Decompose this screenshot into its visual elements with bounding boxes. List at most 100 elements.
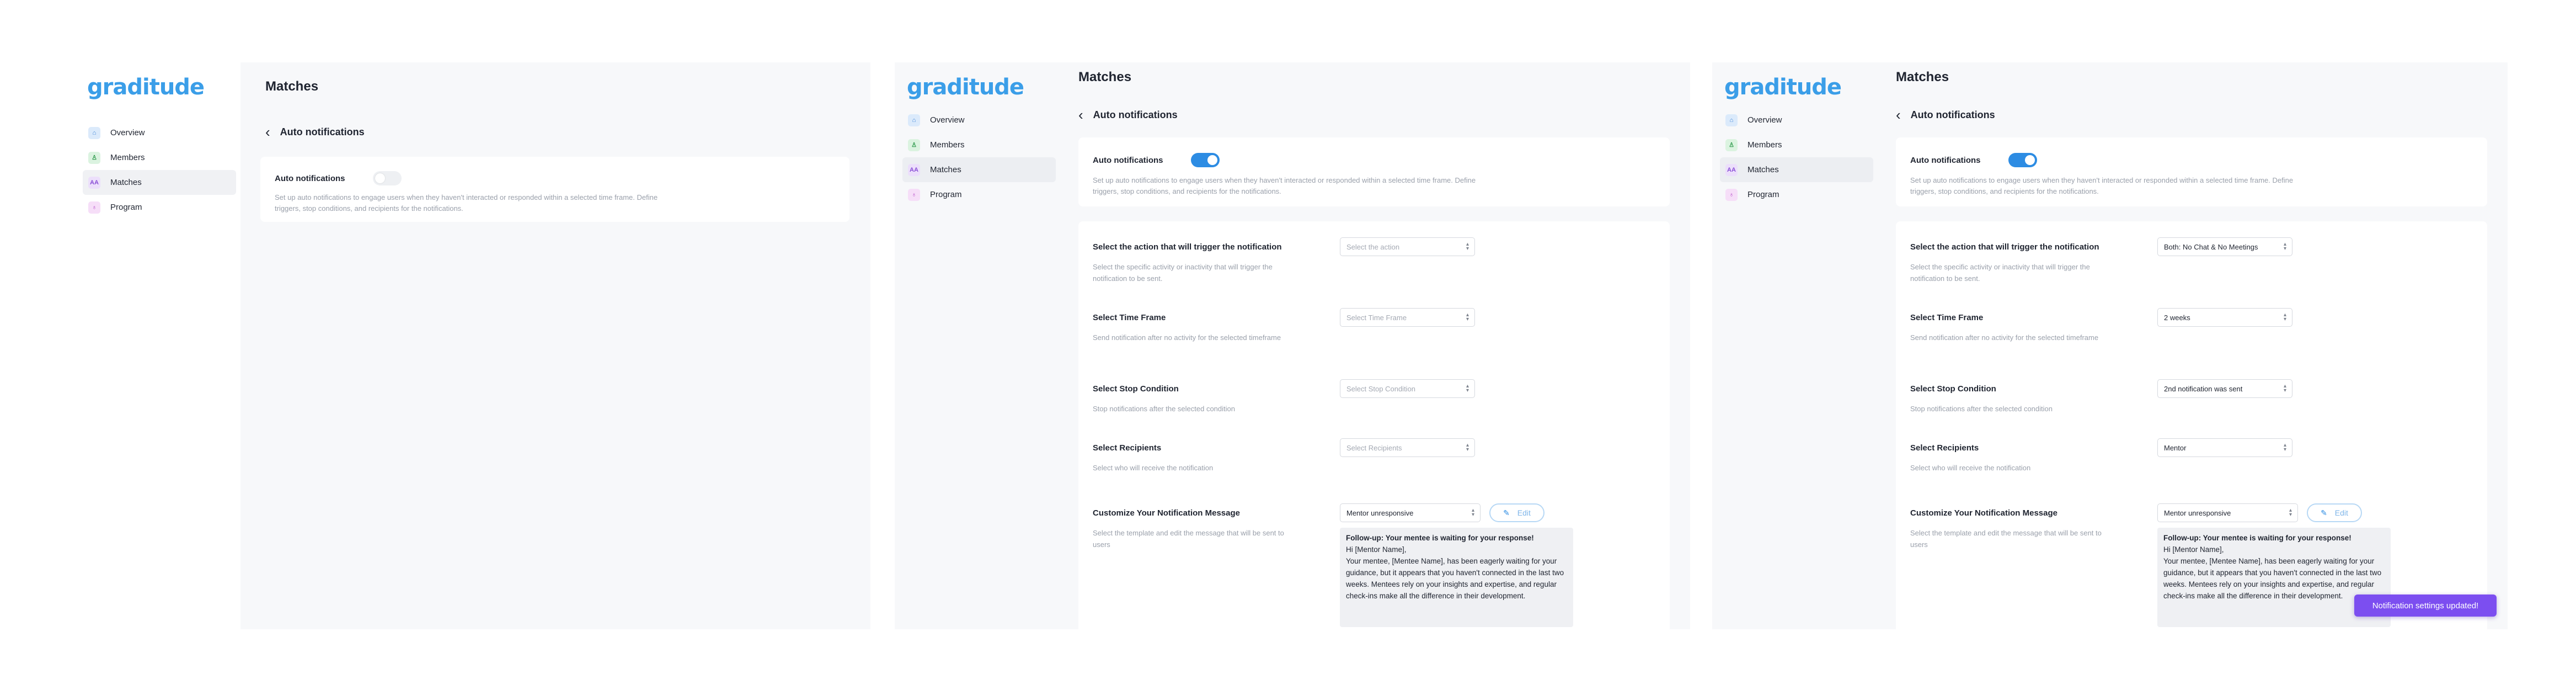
- auto-notifications-toggle[interactable]: [2008, 153, 2037, 167]
- auto-notifications-label: Auto notifications: [1910, 155, 1981, 165]
- sidebar-item-overview[interactable]: ⌂ Overview: [83, 120, 236, 145]
- auto-notifications-toggle[interactable]: [372, 171, 402, 185]
- action-select[interactable]: Both: No Chat & No Meetings ▴ ▾: [2157, 237, 2292, 256]
- setting-description: Select who will receive the notification: [1910, 464, 2031, 472]
- main-content: Matches ‹ Auto notifications Auto notifi…: [1878, 62, 2508, 629]
- setting-title: Customize Your Notification Message: [1093, 508, 1240, 518]
- sidebar-item-label: Matches: [930, 165, 961, 174]
- sidebar: graditude ⌂ Overview ♙ Members AA Matche…: [75, 62, 241, 629]
- back-arrow-icon[interactable]: ‹: [265, 125, 270, 139]
- page-title: Matches: [1078, 70, 1132, 84]
- recipients-select[interactable]: Select Recipients ▴ ▾: [1340, 438, 1475, 457]
- select-value: 2nd notification was sent: [2164, 384, 2243, 393]
- sidebar-item-label: Matches: [110, 178, 142, 187]
- sidebar-item-overview[interactable]: ⌂ Overview: [902, 108, 1056, 132]
- stop-condition-select[interactable]: Select Stop Condition ▴ ▾: [1340, 379, 1475, 398]
- sidebar-item-overview[interactable]: ⌂ Overview: [1720, 108, 1873, 132]
- setting-title: Select Recipients: [1093, 443, 1162, 453]
- select-placeholder: Select Recipients: [1346, 443, 1402, 452]
- stop-condition-select[interactable]: 2nd notification was sent ▴ ▾: [2157, 379, 2292, 398]
- edit-message-button[interactable]: ✎ Edit: [2307, 503, 2362, 522]
- setting-title: Select Recipients: [1910, 443, 1979, 453]
- sidebar-item-matches[interactable]: AA Matches: [902, 157, 1056, 182]
- back-arrow-icon[interactable]: ‹: [1896, 108, 1901, 122]
- setting-title: Select Stop Condition: [1093, 384, 1179, 394]
- auto-notifications-card: Auto notifications Set up auto notificat…: [260, 157, 849, 222]
- graditude-logo[interactable]: graditude: [1724, 75, 1842, 100]
- sidebar-item-label: Program: [1747, 190, 1779, 199]
- setting-title: Select Time Frame: [1093, 313, 1166, 322]
- sidebar-item-program[interactable]: ♁ Program: [83, 195, 236, 220]
- sidebar-item-label: Overview: [110, 128, 145, 137]
- back-arrow-icon[interactable]: ‹: [1078, 108, 1083, 122]
- badge-icon: ♁: [1725, 188, 1738, 201]
- setting-title: Customize Your Notification Message: [1910, 508, 2057, 518]
- message-subject: Follow-up: Your mentee is waiting for yo…: [2163, 534, 2351, 542]
- graditude-logo[interactable]: graditude: [87, 75, 205, 100]
- select-arrows-icon: ▴ ▾: [2283, 241, 2286, 252]
- subheader: ‹ Auto notifications: [1896, 108, 1995, 122]
- pair-icon: AA: [88, 176, 100, 189]
- sidebar-item-program[interactable]: ♁ Program: [902, 182, 1056, 207]
- sidebar-item-members[interactable]: ♙ Members: [902, 132, 1056, 157]
- sidebar-item-matches[interactable]: AA Matches: [1720, 157, 1873, 182]
- notification-settings-card: Select the action that will trigger the …: [1078, 221, 1670, 629]
- sidebar-item-matches[interactable]: AA Matches: [83, 170, 236, 195]
- sidebar-item-label: Overview: [930, 115, 965, 125]
- select-value: 2 weeks: [2164, 313, 2190, 322]
- select-placeholder: Select Stop Condition: [1346, 384, 1416, 393]
- template-select[interactable]: Mentor unresponsive ▴ ▾: [1340, 503, 1481, 522]
- main-content: Matches ‹ Auto notifications Auto notifi…: [241, 62, 870, 629]
- select-arrows-icon: ▴ ▾: [1466, 442, 1469, 453]
- select-arrows-icon: ▴ ▾: [1471, 507, 1474, 518]
- message-preview[interactable]: Follow-up: Your mentee is waiting for yo…: [1340, 528, 1573, 627]
- message-greeting: Hi [Mentor Name],: [2163, 545, 2224, 554]
- toggle-row: Auto notifications: [275, 171, 402, 185]
- action-select[interactable]: Select the action ▴ ▾: [1340, 237, 1475, 256]
- setting-description: Select who will receive the notification: [1093, 464, 1214, 472]
- select-value: Both: No Chat & No Meetings: [2164, 242, 2258, 251]
- sidebar-item-label: Members: [1747, 140, 1782, 150]
- sidebar-item-program[interactable]: ♁ Program: [1720, 182, 1873, 207]
- setting-title: Select the action that will trigger the …: [1093, 242, 1282, 252]
- toggle-knob: [1207, 155, 1217, 165]
- time-frame-select[interactable]: 2 weeks ▴ ▾: [2157, 308, 2292, 327]
- pair-icon: AA: [1725, 163, 1738, 176]
- sidebar-item-label: Members: [110, 153, 145, 162]
- subheader-title: Auto notifications: [1093, 109, 1178, 120]
- select-arrows-icon: ▴ ▾: [1466, 241, 1469, 252]
- recipients-select[interactable]: Mentor ▴ ▾: [2157, 438, 2292, 457]
- pencil-icon: ✎: [1503, 508, 1510, 517]
- toggle-row: Auto notifications: [1093, 153, 1220, 167]
- sidebar-item-members[interactable]: ♙ Members: [83, 145, 236, 170]
- toggle-knob: [375, 173, 385, 183]
- edit-message-button[interactable]: ✎ Edit: [1489, 503, 1544, 522]
- template-select[interactable]: Mentor unresponsive ▴ ▾: [2157, 503, 2298, 522]
- auto-notifications-card: Auto notifications Set up auto notificat…: [1896, 137, 2487, 206]
- select-value: Mentor unresponsive: [1346, 508, 1414, 517]
- graditude-logo[interactable]: graditude: [907, 75, 1024, 100]
- auto-notifications-card: Auto notifications Set up auto notificat…: [1078, 137, 1670, 206]
- badge-icon: ♁: [908, 188, 920, 201]
- message-greeting: Hi [Mentor Name],: [1346, 545, 1407, 554]
- auto-notifications-toggle[interactable]: [1190, 153, 1220, 167]
- notification-settings-card: Select the action that will trigger the …: [1896, 221, 2487, 629]
- sidebar-item-members[interactable]: ♙ Members: [1720, 132, 1873, 157]
- sidebar-item-label: Program: [930, 190, 962, 199]
- auto-notifications-label: Auto notifications: [1093, 155, 1163, 165]
- select-arrows-icon: ▴ ▾: [1466, 312, 1469, 322]
- time-frame-select[interactable]: Select Time Frame ▴ ▾: [1340, 308, 1475, 327]
- screen-toggle-on-filled: graditude ⌂ Overview ♙ Members AA Matche…: [1712, 62, 2508, 629]
- subheader: ‹ Auto notifications: [265, 125, 365, 139]
- select-arrows-icon: ▴ ▾: [2283, 442, 2286, 453]
- subheader-title: Auto notifications: [1910, 109, 1995, 120]
- select-value: Mentor: [2164, 443, 2187, 452]
- setting-description: Select the specific activity or inactivi…: [1910, 263, 2090, 283]
- home-icon: ⌂: [88, 126, 100, 139]
- select-placeholder: Select Time Frame: [1346, 313, 1407, 322]
- setting-description: Send notification after no activity for …: [1910, 333, 2099, 342]
- message-body: Your mentee, [Mentee Name], has been eag…: [1346, 557, 1564, 600]
- select-value: Mentor unresponsive: [2164, 508, 2231, 517]
- toggle-knob: [2024, 155, 2035, 165]
- badge-icon: ♁: [88, 201, 100, 214]
